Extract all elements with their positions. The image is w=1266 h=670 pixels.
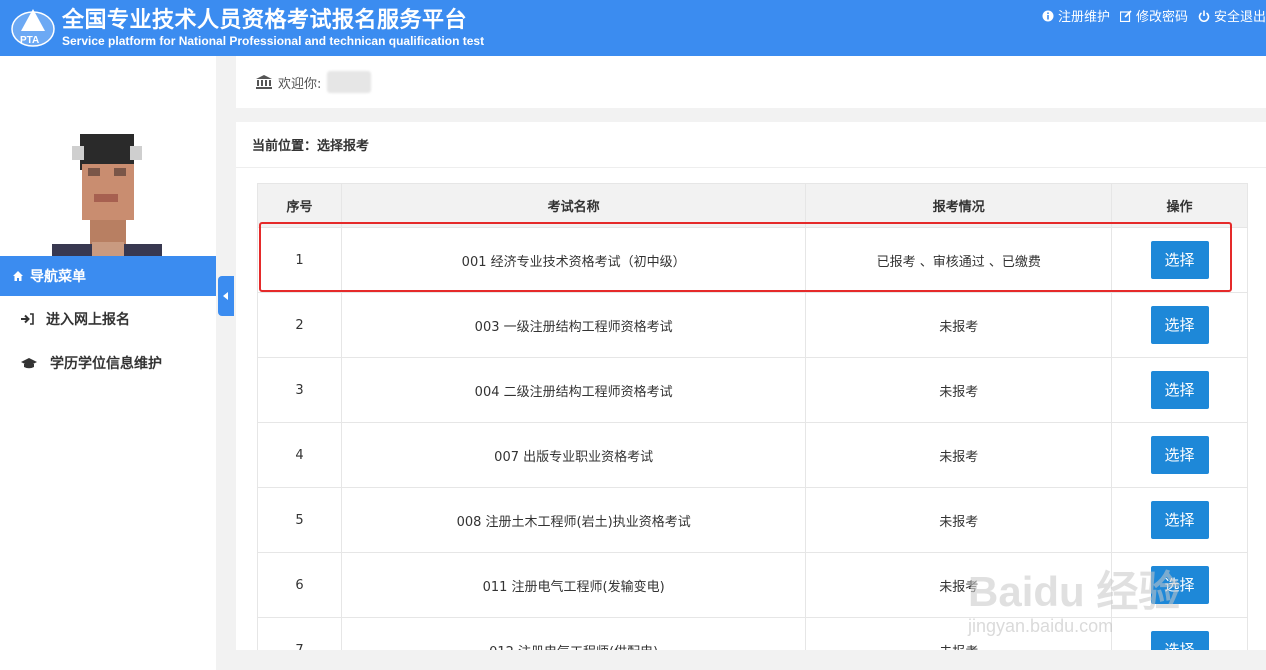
pta-logo: PTA bbox=[11, 9, 55, 47]
nav-header: 导航菜单 bbox=[0, 256, 216, 296]
table-row: 5 008 注册土木工程师(岩土)执业资格考试 未报考 选择 bbox=[257, 487, 1248, 553]
home-icon bbox=[13, 271, 23, 281]
select-button[interactable]: 选择 bbox=[1150, 436, 1209, 474]
change-password-label: 修改密码 bbox=[1135, 10, 1188, 25]
cell-no: 5 bbox=[257, 487, 342, 553]
cell-no: 2 bbox=[257, 292, 342, 358]
top-header: PTA 全国专业技术人员资格考试报名服务平台 Service platform … bbox=[0, 0, 1266, 56]
sidebar-collapse-toggle[interactable] bbox=[218, 276, 234, 316]
graduation-cap-icon bbox=[21, 358, 37, 369]
cell-action: 选择 bbox=[1111, 357, 1248, 423]
site-title: 全国专业技术人员资格考试报名服务平台 bbox=[62, 8, 468, 33]
main-panel: 当前位置：选择报考 序号 考试名称 报考情况 操作 1 001 经济专业技术资格… bbox=[236, 122, 1266, 650]
cell-status: 未报考 bbox=[805, 487, 1113, 553]
logout-link[interactable]: 安全退出 bbox=[1198, 6, 1266, 25]
sign-in-icon bbox=[21, 313, 34, 325]
cell-exam-name: 007 出版专业职业资格考试 bbox=[340, 422, 807, 488]
register-maintain-label: 注册维护 bbox=[1057, 10, 1110, 25]
cell-no: 4 bbox=[257, 422, 342, 488]
select-button[interactable]: 选择 bbox=[1150, 306, 1209, 344]
header-no: 序号 bbox=[257, 183, 342, 228]
cell-status: 未报考 bbox=[805, 422, 1113, 488]
sidebar: 导航菜单 进入网上报名 学历学位信息维护 bbox=[0, 56, 216, 670]
logout-label: 安全退出 bbox=[1213, 10, 1266, 25]
cell-action: 选择 bbox=[1111, 292, 1248, 358]
info-icon bbox=[1042, 10, 1054, 21]
power-icon bbox=[1198, 10, 1210, 22]
svg-text:PTA: PTA bbox=[20, 35, 39, 46]
select-button[interactable]: 选择 bbox=[1150, 566, 1209, 604]
table-row: 7 012 注册电气工程师(供配电) 未报考 选择 bbox=[257, 617, 1248, 650]
cell-status: 未报考 bbox=[805, 552, 1113, 618]
cell-exam-name: 011 注册电气工程师(发输变电) bbox=[340, 552, 807, 618]
cell-no: 7 bbox=[257, 617, 342, 650]
table-row: 2 003 一级注册结构工程师资格考试 未报考 选择 bbox=[257, 292, 1248, 358]
cell-exam-name: 004 二级注册结构工程师资格考试 bbox=[340, 357, 807, 423]
header-exam-name: 考试名称 bbox=[340, 183, 807, 228]
site-subtitle: Service platform for National Profession… bbox=[62, 34, 485, 48]
cell-exam-name: 003 一级注册结构工程师资格考试 bbox=[340, 292, 807, 358]
cell-exam-name: 008 注册土木工程师(岩土)执业资格考试 bbox=[340, 487, 807, 553]
table-row: 3 004 二级注册结构工程师资格考试 未报考 选择 bbox=[257, 357, 1248, 423]
sidebar-item-label: 学历学位信息维护 bbox=[50, 356, 162, 372]
select-button[interactable]: 选择 bbox=[1150, 371, 1209, 409]
breadcrumb: 当前位置：选择报考 bbox=[236, 122, 1266, 168]
cell-status: 未报考 bbox=[805, 292, 1113, 358]
cell-no: 6 bbox=[257, 552, 342, 618]
nav-header-label: 导航菜单 bbox=[30, 269, 86, 285]
welcome-label: 欢迎你: bbox=[278, 76, 322, 92]
change-password-link[interactable]: 修改密码 bbox=[1119, 6, 1188, 25]
cell-action: 选择 bbox=[1111, 422, 1248, 488]
top-links: 注册维护 修改密码 安全退出 bbox=[1042, 6, 1266, 25]
register-maintain-link[interactable]: 注册维护 bbox=[1042, 6, 1110, 25]
header-action: 操作 bbox=[1111, 183, 1248, 228]
cell-action: 选择 bbox=[1111, 487, 1248, 553]
cell-action: 选择 bbox=[1111, 552, 1248, 618]
cell-no: 3 bbox=[257, 357, 342, 423]
chevron-left-icon bbox=[223, 292, 228, 300]
select-button[interactable]: 选择 bbox=[1150, 631, 1209, 650]
cell-action: 选择 bbox=[1111, 617, 1248, 650]
table-row: 4 007 出版专业职业资格考试 未报考 选择 bbox=[257, 422, 1248, 488]
sidebar-item-education-info[interactable]: 学历学位信息维护 bbox=[0, 343, 216, 383]
bank-icon bbox=[256, 75, 272, 89]
table-row: 6 011 注册电气工程师(发输变电) 未报考 选择 bbox=[257, 552, 1248, 618]
cell-status: 未报考 bbox=[805, 357, 1113, 423]
cell-status: 未报考 bbox=[805, 617, 1113, 650]
cell-exam-name: 012 注册电气工程师(供配电) bbox=[340, 617, 807, 650]
table-header-row: 序号 考试名称 报考情况 操作 bbox=[257, 183, 1248, 228]
select-button[interactable]: 选择 bbox=[1150, 501, 1209, 539]
welcome-bar: 欢迎你: bbox=[236, 56, 1266, 108]
highlight-box bbox=[259, 222, 1232, 292]
sidebar-item-label: 进入网上报名 bbox=[46, 312, 130, 328]
edit-icon bbox=[1119, 9, 1132, 22]
header-status: 报考情况 bbox=[805, 183, 1113, 228]
sidebar-item-online-registration[interactable]: 进入网上报名 bbox=[0, 299, 216, 339]
username-redacted bbox=[327, 71, 372, 93]
